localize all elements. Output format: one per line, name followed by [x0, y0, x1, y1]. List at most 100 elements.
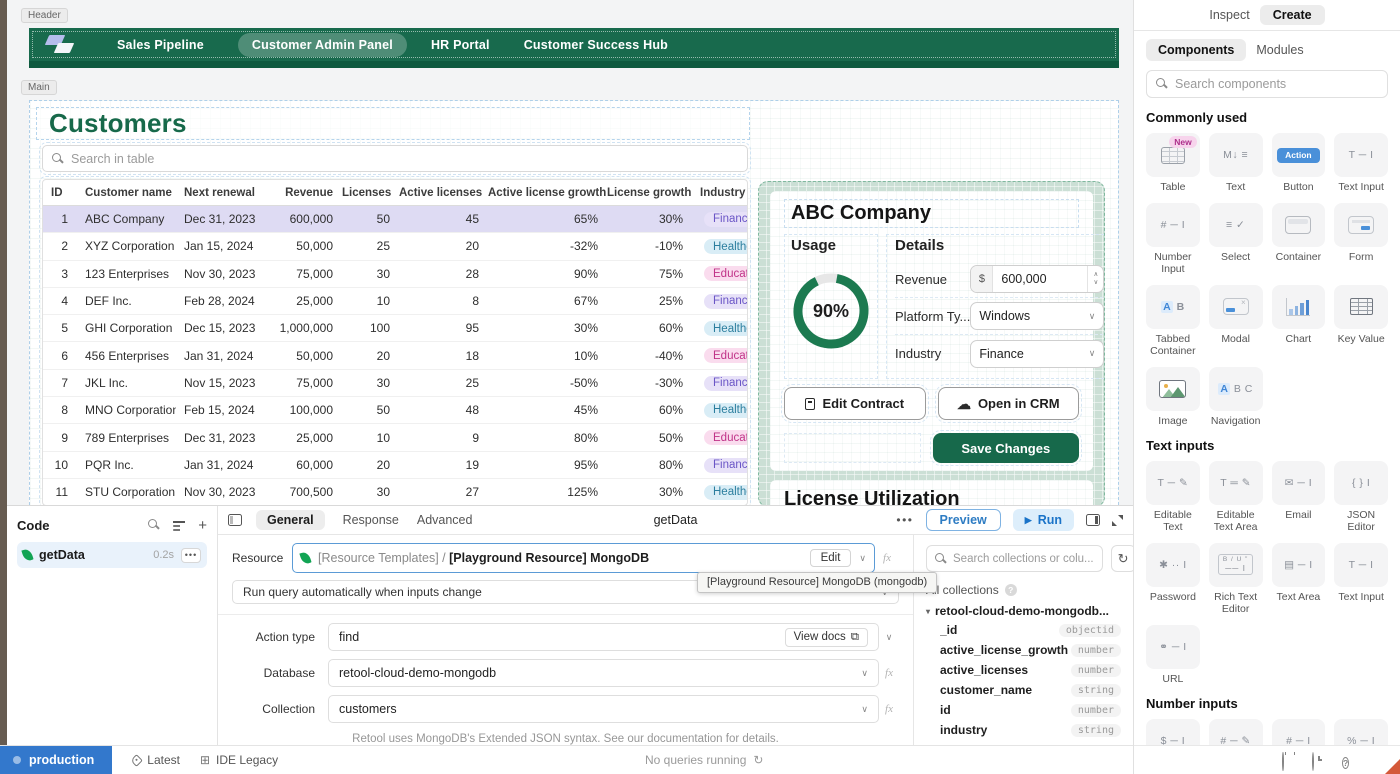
code-search-icon[interactable] — [148, 519, 160, 531]
schema-field-row[interactable]: customer_namestring — [926, 680, 1121, 700]
editor-tab-general[interactable]: General — [256, 510, 325, 530]
component-tile-text-input[interactable]: T ─ IText Input — [1334, 543, 1388, 616]
header-frame-label[interactable]: Header — [21, 8, 68, 23]
component-tile-key-value[interactable]: Key Value — [1334, 285, 1388, 358]
tab-components[interactable]: Components — [1146, 39, 1246, 61]
ide-legacy-toggle[interactable]: ⊞ IDE Legacy — [200, 753, 278, 767]
edit-contract-button[interactable]: Edit Contract — [784, 387, 926, 420]
query-more-menu[interactable]: ••• — [896, 513, 913, 527]
component-tile-editable-text-area[interactable]: T ═ ✎Editable Text Area — [1209, 461, 1263, 534]
fx-icon[interactable]: fx — [879, 703, 899, 715]
tab-inspect[interactable]: Inspect — [1209, 8, 1249, 22]
schema-field-row[interactable]: industrystring — [926, 720, 1121, 740]
save-changes-button[interactable]: Save Changes — [933, 433, 1080, 463]
usage-column[interactable]: Usage 90% — [784, 234, 878, 379]
table-row[interactable]: 1ABC CompanyDec 31, 2023600,000504565%30… — [43, 206, 747, 233]
component-tile-json-editor[interactable]: { } IJSON Editor — [1334, 461, 1388, 534]
main-container[interactable]: Customers Search in table IDCustomer nam… — [29, 100, 1119, 505]
component-tile-password[interactable]: ✱ ·· IPassword — [1146, 543, 1200, 616]
component-tile-currency[interactable]: $ ─ ICurrency — [1146, 719, 1200, 745]
column-header[interactable]: ID — [43, 187, 77, 199]
collection-tree-toggle[interactable]: ▾ retool-cloud-demo-mongodb... — [926, 604, 1121, 618]
component-tile-editable-number[interactable]: # ─ ✎Editable Number — [1209, 719, 1263, 745]
component-tile-container[interactable]: Container — [1272, 203, 1326, 276]
schema-field-row[interactable]: idnumber — [926, 700, 1121, 720]
component-tile-select[interactable]: ≡ ✓Select — [1209, 203, 1263, 276]
run-button[interactable]: ▶ Run — [1013, 509, 1074, 531]
code-add-icon[interactable]: + — [198, 518, 207, 533]
database-select[interactable]: retool-cloud-demo-mongodb ∨ — [328, 659, 879, 687]
table-row[interactable]: 2XYZ CorporationJan 15, 202450,0002520-3… — [43, 233, 747, 260]
component-tile-rich-text-editor[interactable]: B / U ”── IRich Text Editor — [1209, 543, 1263, 616]
table-row[interactable]: 6456 EnterprisesJan 31, 202450,000201810… — [43, 342, 747, 369]
platform-select[interactable]: Windows ∨ — [970, 302, 1104, 330]
customers-table[interactable]: IDCustomer nameNext renewalRevenueLicens… — [42, 179, 748, 505]
app-canvas[interactable]: Header Sales Pipeline Customer Admin Pane… — [7, 0, 1133, 505]
column-header[interactable]: Active licenses — [399, 187, 488, 199]
view-docs-button[interactable]: View docs⧉ — [785, 628, 868, 647]
column-header[interactable]: Next renewal — [176, 187, 269, 199]
column-header[interactable]: Industry — [692, 187, 747, 199]
component-tile-url[interactable]: ⚭ ─ IURL — [1146, 625, 1200, 686]
component-tile-number-input[interactable]: # ─ INumber Input — [1146, 203, 1200, 276]
schema-refresh-button[interactable]: ↻ — [1111, 545, 1133, 572]
tab-create[interactable]: Create — [1260, 5, 1325, 25]
nav-tab-hr-portal[interactable]: HR Portal — [431, 33, 490, 57]
table-row[interactable]: 11STU CorporationNov 30, 2023700,5003027… — [43, 479, 747, 505]
component-tile-navigation[interactable]: A B CNavigation — [1209, 367, 1263, 428]
component-tile-editable-text[interactable]: T ─ ✎Editable Text — [1146, 461, 1200, 534]
code-filter-icon[interactable] — [173, 520, 185, 530]
component-tile-form[interactable]: Form — [1334, 203, 1388, 276]
nav-tab-sales-pipeline[interactable]: Sales Pipeline — [117, 33, 204, 57]
open-in-crm-button[interactable]: ☁ Open in CRM — [938, 387, 1080, 420]
editor-tab-response[interactable]: Response — [343, 513, 399, 527]
fx-icon[interactable]: fx — [879, 667, 899, 679]
component-search-input[interactable]: Search components — [1146, 70, 1388, 98]
help-icon[interactable]: ? — [1342, 753, 1356, 767]
component-tile-modal[interactable]: ×Modal — [1209, 285, 1263, 358]
help-icon[interactable]: ? — [1005, 584, 1017, 596]
table-row[interactable]: 5GHI CorporationDec 15, 20231,000,000100… — [43, 315, 747, 342]
preview-button[interactable]: Preview — [926, 509, 1001, 531]
action-type-select[interactable]: find View docs⧉ — [328, 623, 879, 651]
revenue-input[interactable]: $ 600,000 ∧∨ — [970, 265, 1104, 293]
component-tile-text[interactable]: M↓ ≡Text — [1209, 133, 1263, 194]
component-tile-image[interactable]: Image — [1146, 367, 1200, 428]
table-search-input[interactable]: Search in table — [42, 145, 748, 172]
column-header[interactable]: Revenue — [269, 187, 342, 199]
query-list-item[interactable]: getData 0.2s ••• — [17, 542, 207, 568]
refresh-icon[interactable]: ↻ — [753, 753, 763, 767]
schema-field-row[interactable]: _idobjectid — [926, 620, 1121, 640]
component-tile-percent[interactable]: % ─ IPercent — [1334, 719, 1388, 745]
component-tile-table[interactable]: NewTable — [1146, 133, 1200, 194]
debug-icon[interactable] — [1282, 753, 1296, 767]
table-row[interactable]: 9789 EnterprisesDec 31, 202325,00010980%… — [43, 424, 747, 451]
table-row[interactable]: 7JKL Inc.Nov 15, 202375,0003025-50%-30%F… — [43, 370, 747, 397]
license-utilization-card[interactable]: License Utilization — [770, 480, 1093, 505]
expand-icon[interactable] — [1112, 515, 1123, 526]
resource-edit-button[interactable]: Edit — [810, 549, 852, 567]
schema-search-input[interactable]: Search collections or colu... — [926, 545, 1103, 572]
component-tile-number-input[interactable]: # ─ INumber Input — [1272, 719, 1326, 745]
nav-tab-customer-admin-panel[interactable]: Customer Admin Panel — [238, 33, 407, 57]
column-header[interactable]: Active license growth — [488, 187, 607, 199]
resource-select[interactable]: [Resource Templates] / [Playground Resou… — [292, 543, 875, 573]
version-selector[interactable]: Latest — [132, 753, 180, 767]
detail-title-block[interactable]: ABC Company — [784, 199, 1079, 228]
column-header[interactable]: License growth — [607, 187, 692, 199]
component-tile-email[interactable]: ✉ ─ IEmail — [1272, 461, 1326, 534]
customers-title-block[interactable]: Customers — [36, 107, 750, 140]
table-row[interactable]: 3123 EnterprisesNov 30, 202375,000302890… — [43, 261, 747, 288]
fx-icon[interactable]: fx — [875, 552, 899, 564]
table-row[interactable]: 8MNO CorporationFeb 15, 2024100,00050484… — [43, 397, 747, 424]
schema-field-row[interactable]: active_licensesnumber — [926, 660, 1121, 680]
table-row[interactable]: 4DEF Inc.Feb 28, 202425,00010867%25%Fina… — [43, 288, 747, 315]
toggle-left-panel-icon[interactable] — [228, 514, 242, 526]
toggle-right-panel-icon[interactable] — [1086, 514, 1100, 526]
number-stepper[interactable]: ∧∨ — [1087, 266, 1103, 292]
component-tile-button[interactable]: ActionButton — [1272, 133, 1326, 194]
schema-field-row[interactable]: active_license_growthnumber — [926, 640, 1121, 660]
environment-selector[interactable]: production — [0, 746, 112, 774]
main-frame-label[interactable]: Main — [21, 80, 57, 95]
component-tile-chart[interactable]: Chart — [1272, 285, 1326, 358]
